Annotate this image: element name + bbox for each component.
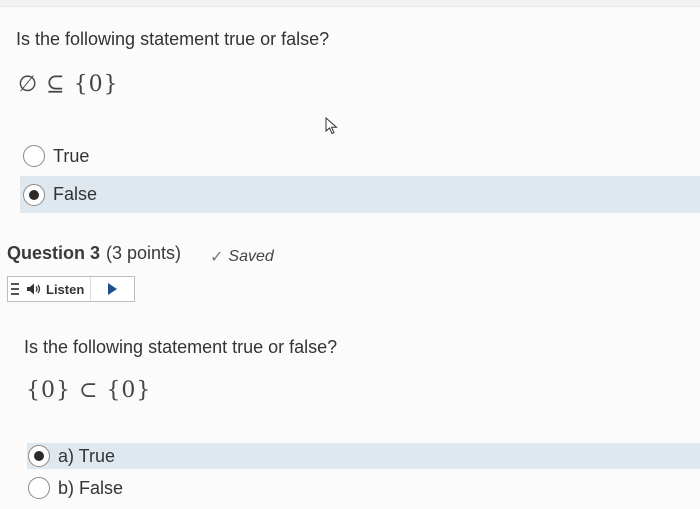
- q2-option-false-label: False: [53, 184, 98, 204]
- saved-status: ✓ Saved: [210, 247, 274, 267]
- q3-header: Question 3 (3 points): [7, 243, 181, 264]
- q3-option-a[interactable]: a) True: [27, 443, 700, 469]
- speaker-icon: [27, 283, 41, 295]
- listen-widget: Listen: [7, 276, 135, 302]
- q2-expression: ∅ ⊆ {0}: [18, 72, 119, 97]
- q3-option-a-label: a) True: [58, 445, 116, 466]
- q2-prompt: Is the following statement true or false…: [16, 29, 330, 49]
- listen-label: Listen: [46, 281, 85, 297]
- q3-option-b[interactable]: b) False: [28, 475, 328, 501]
- listen-menu-button[interactable]: [8, 277, 22, 301]
- page-top-edge: [0, 0, 700, 7]
- radio-unchecked-icon[interactable]: [28, 477, 50, 499]
- q3-title: Question 3: [7, 243, 101, 263]
- play-icon: [108, 283, 118, 295]
- radio-checked-icon[interactable]: [23, 183, 45, 206]
- q3-option-b-label: b) False: [58, 477, 124, 498]
- q2-option-false[interactable]: False: [20, 176, 700, 213]
- mouse-cursor-icon: [325, 117, 338, 135]
- listen-button[interactable]: Listen: [22, 277, 92, 301]
- radio-unchecked-icon[interactable]: [23, 145, 45, 167]
- q3-points: (3 points): [106, 243, 182, 263]
- q3-prompt: Is the following statement true or false…: [24, 337, 338, 357]
- checkmark-icon: ✓: [210, 249, 224, 266]
- menu-icon: [11, 283, 19, 295]
- radio-checked-icon[interactable]: [28, 445, 50, 467]
- q2-option-true[interactable]: True: [22, 143, 323, 169]
- play-button[interactable]: [91, 283, 134, 295]
- q3-expression: {0} ⊂ {0}: [26, 378, 152, 403]
- saved-label: Saved: [228, 248, 274, 265]
- q2-option-true-label: True: [53, 145, 90, 166]
